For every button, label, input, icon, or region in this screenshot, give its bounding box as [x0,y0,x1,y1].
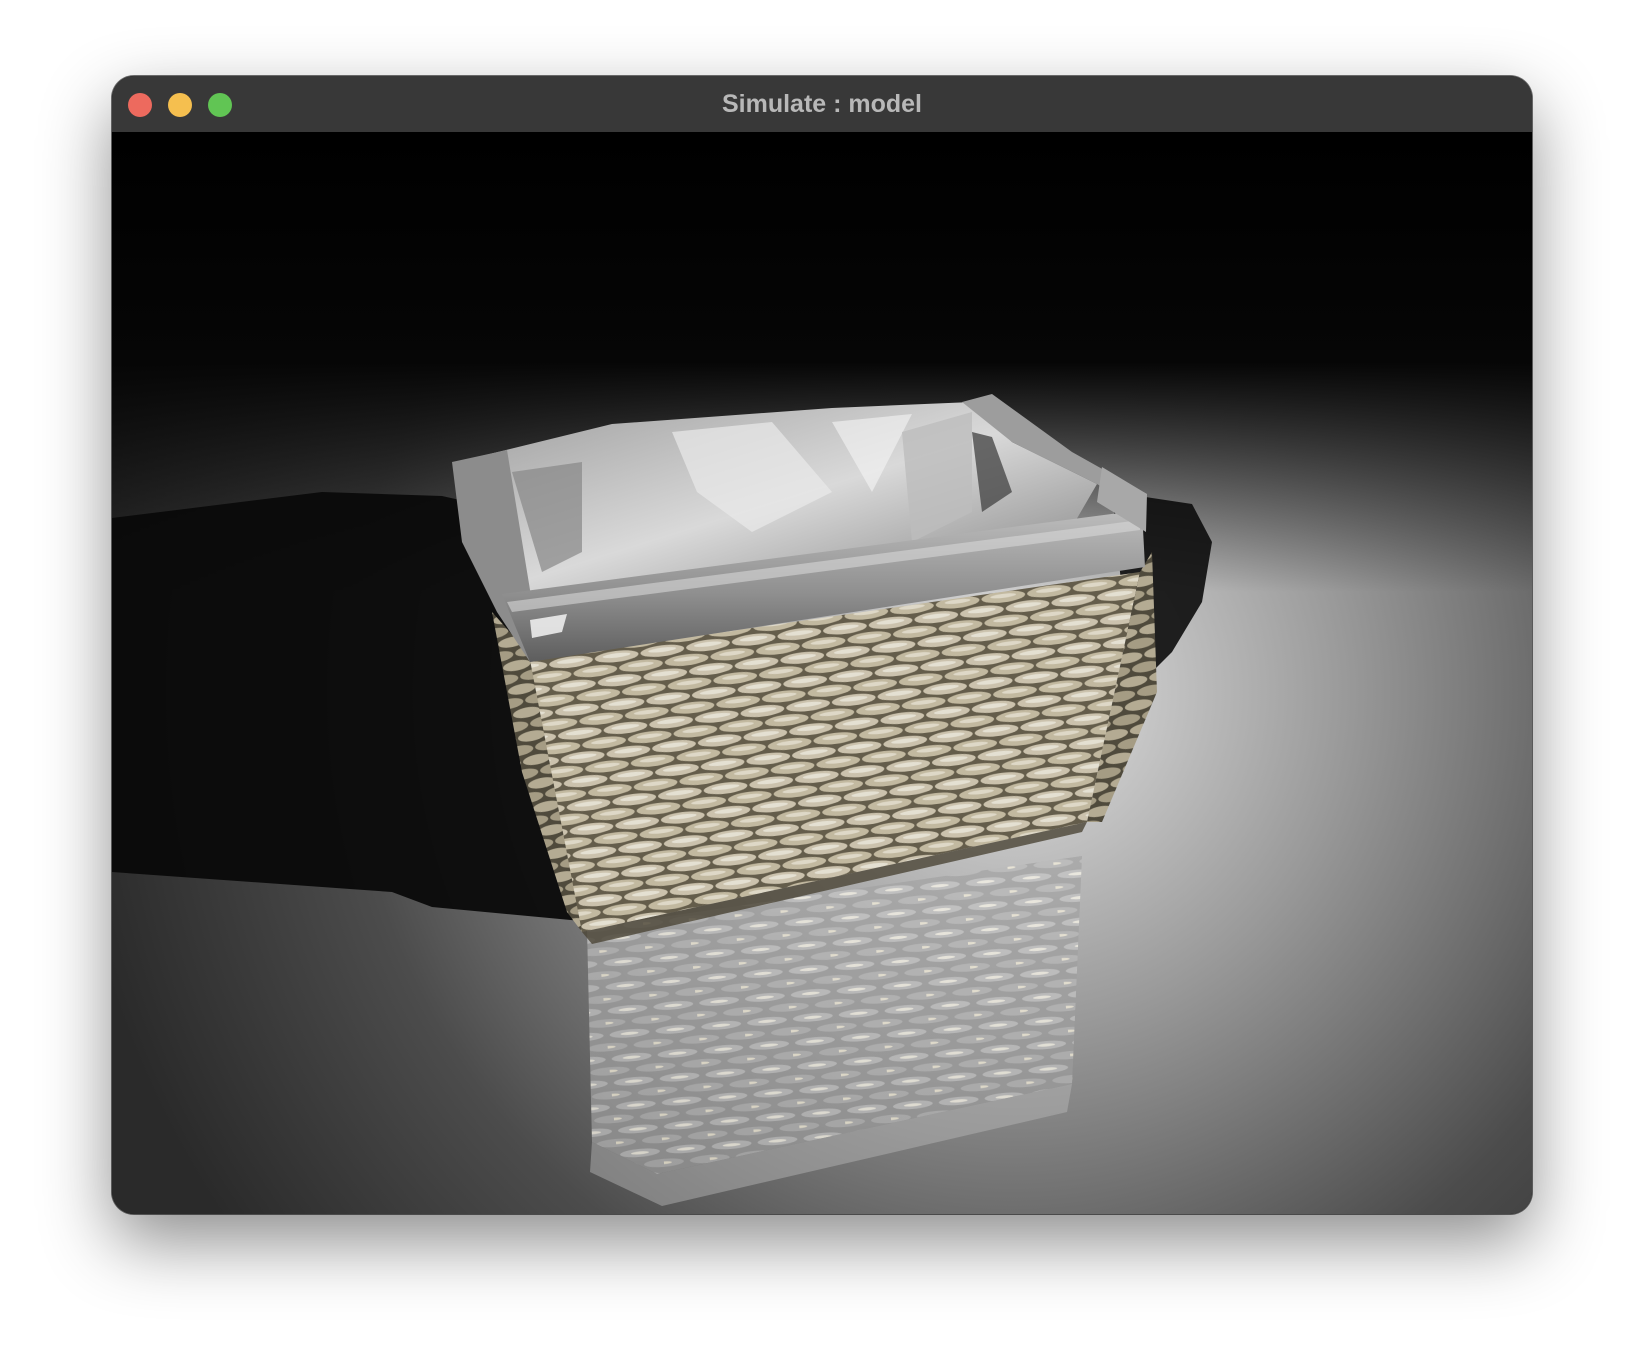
window-title: Simulate : model [721,90,923,118]
scene-render [112,132,1532,1214]
simulation-viewport[interactable] [112,132,1532,1214]
simulate-window: Simulate : model [112,76,1532,1214]
title-bar[interactable]: Simulate : model [112,76,1532,133]
